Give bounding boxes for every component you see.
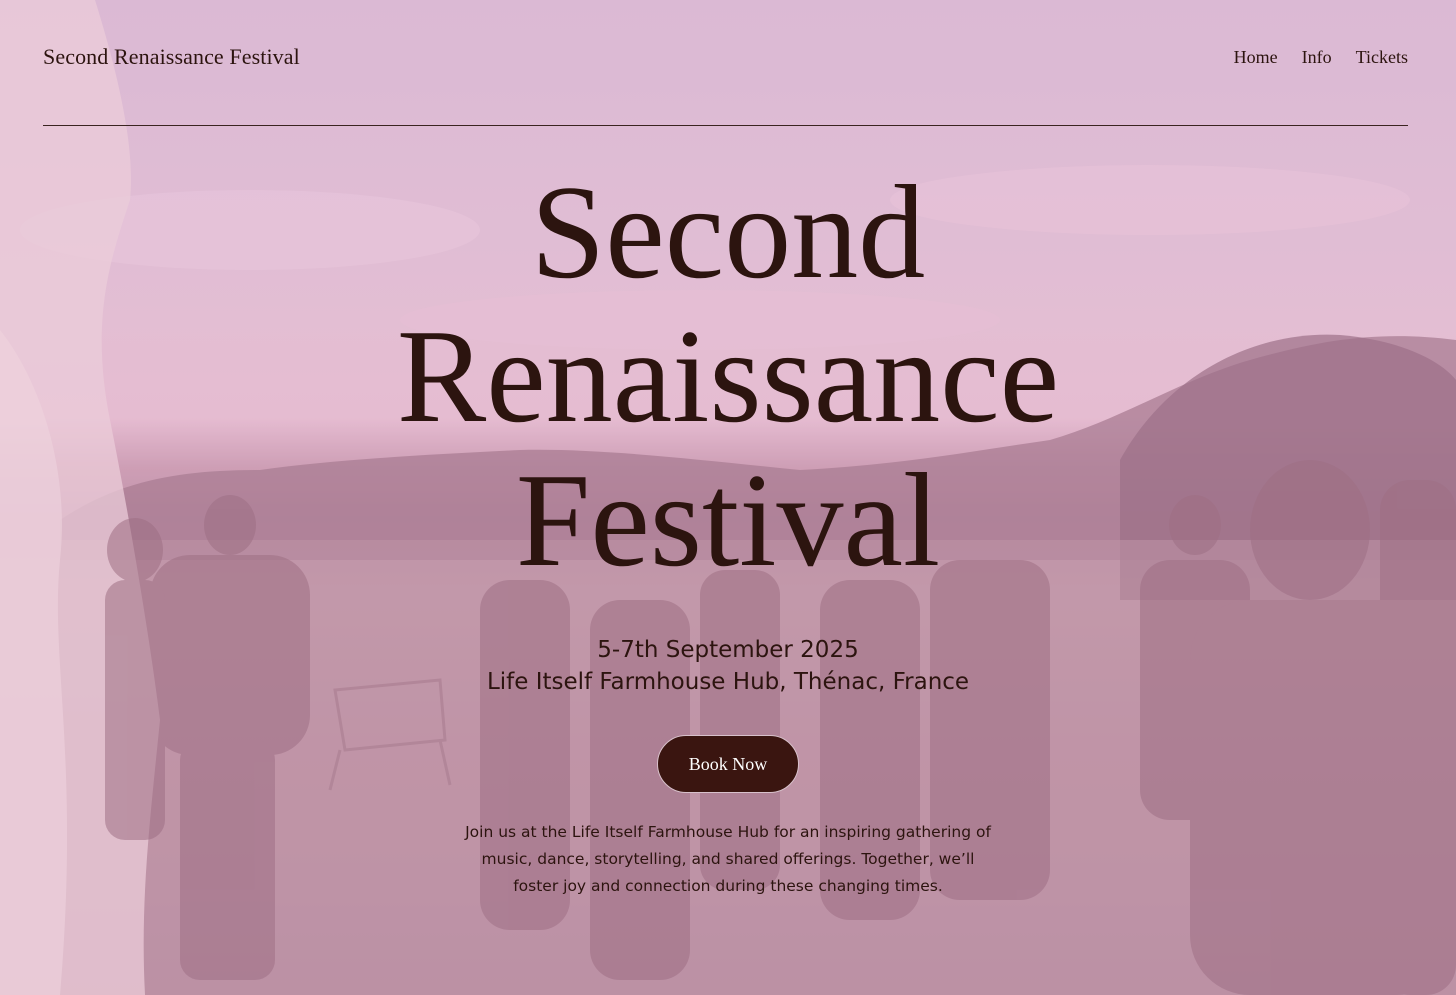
book-now-button[interactable]: Book Now: [657, 735, 799, 793]
nav-link-tickets[interactable]: Tickets: [1356, 47, 1408, 68]
main-nav: Home Info Tickets: [1234, 47, 1408, 68]
site-title-link[interactable]: Second Renaissance Festival: [43, 44, 300, 70]
nav-link-info[interactable]: Info: [1302, 47, 1332, 68]
hero-title-line-1: Second: [530, 158, 926, 306]
hero-title: Second Renaissance Festival: [0, 160, 1456, 592]
hero-description: Join us at the Life Itself Farmhouse Hub…: [465, 823, 991, 895]
nav-link-home[interactable]: Home: [1234, 47, 1278, 68]
hero-section: Second Renaissance Festival 5-7th Septem…: [0, 160, 1456, 900]
hero-title-line-3: Festival: [515, 446, 941, 594]
hero-title-line-2: Renaissance: [396, 302, 1060, 450]
site-header: Second Renaissance Festival Home Info Ti…: [43, 0, 1408, 126]
event-date: 5-7th September 2025: [597, 637, 859, 663]
event-location: Life Itself Farmhouse Hub, Thénac, Franc…: [486, 669, 970, 695]
